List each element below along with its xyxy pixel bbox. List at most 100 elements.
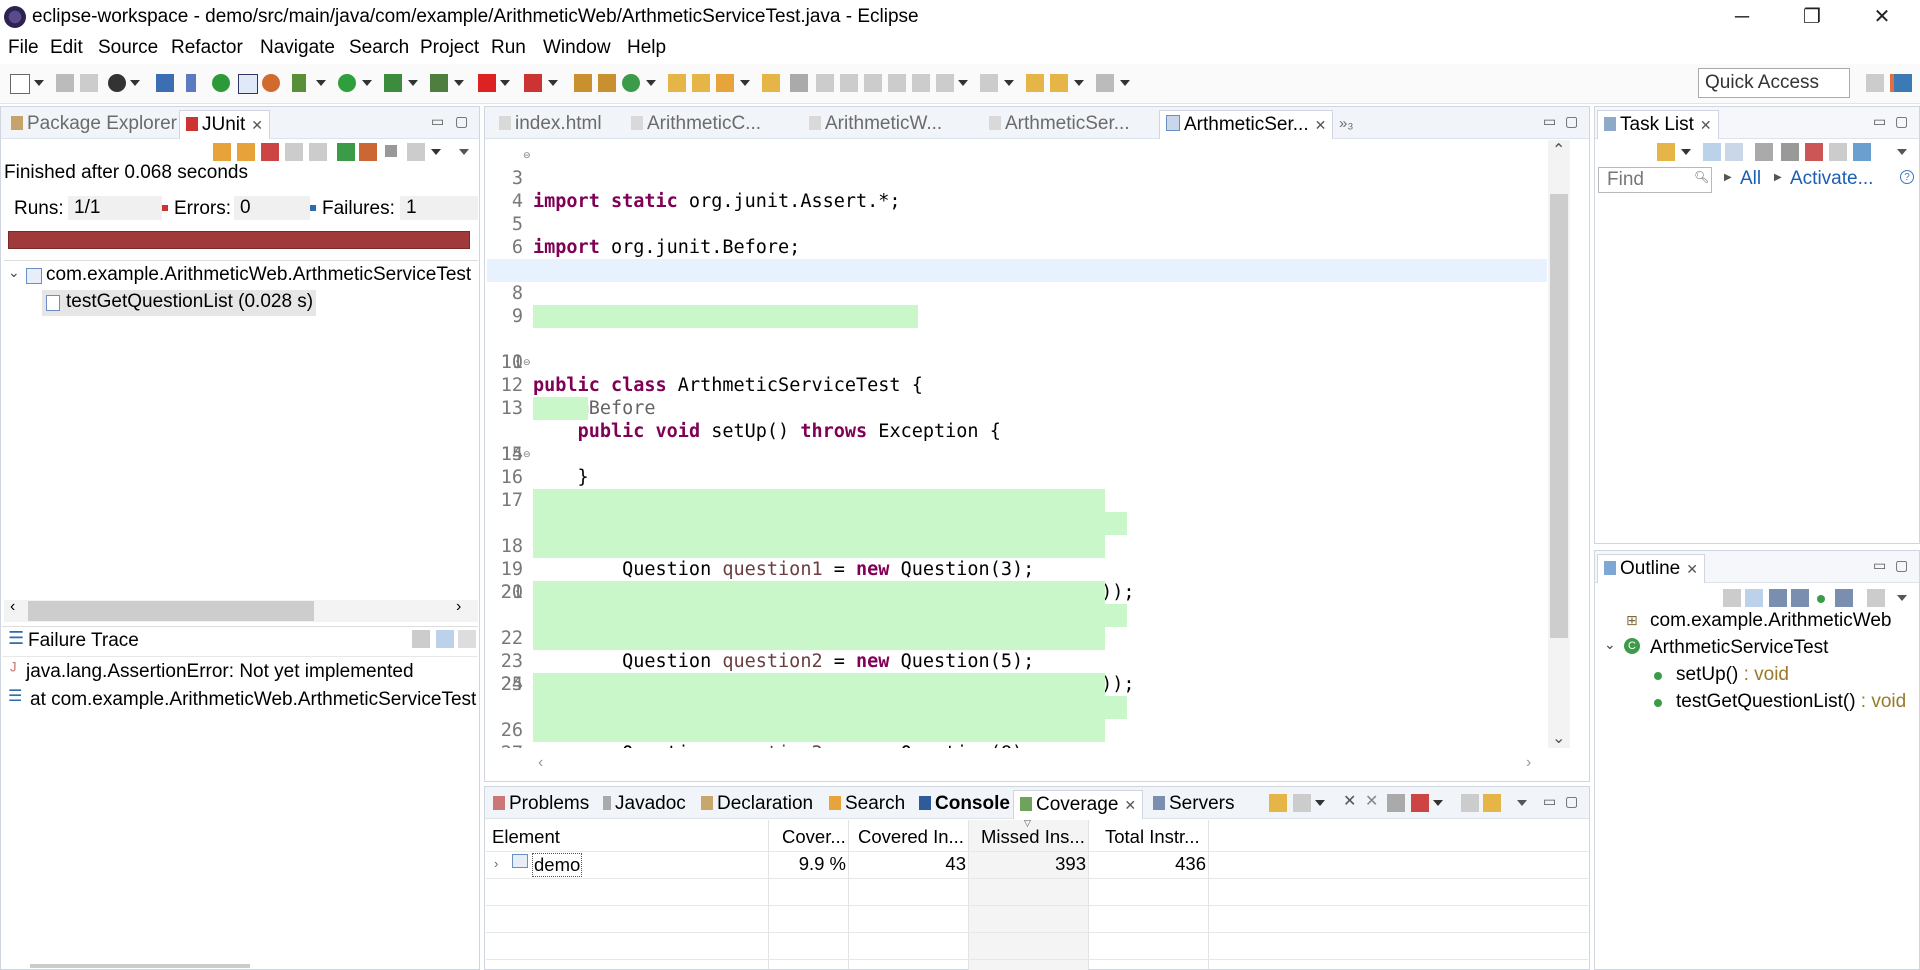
outline-package[interactable]: com.example.ArithmeticWeb bbox=[1650, 610, 1891, 632]
tab-arthmeticser-1[interactable]: ArthmeticSer... bbox=[983, 110, 1136, 138]
maximize-icon[interactable]: ▢ bbox=[1895, 557, 1908, 574]
scroll-lock-icon[interactable] bbox=[285, 143, 303, 161]
scheduled-icon[interactable] bbox=[1725, 143, 1743, 161]
maximize-icon[interactable]: ▢ bbox=[1565, 793, 1578, 810]
pin-editor-icon[interactable] bbox=[980, 74, 998, 92]
forward-icon[interactable] bbox=[1096, 74, 1114, 92]
column-missed[interactable]: Missed Ins... bbox=[981, 826, 1085, 848]
close-button[interactable]: ✕ bbox=[1852, 2, 1912, 32]
stop-dropdown-icon[interactable] bbox=[500, 80, 510, 86]
stop-run-icon[interactable] bbox=[385, 145, 397, 157]
back-icon[interactable] bbox=[1026, 74, 1044, 92]
toggle-mark-icon[interactable] bbox=[238, 74, 258, 94]
scroll-left-icon[interactable]: ‹ bbox=[538, 754, 543, 772]
close-icon[interactable]: ✕ bbox=[1124, 797, 1136, 813]
maximize-icon[interactable]: ▢ bbox=[455, 113, 468, 130]
sort-icon[interactable] bbox=[1745, 589, 1763, 607]
view-menu-icon[interactable] bbox=[459, 149, 469, 155]
minimize-icon[interactable]: ▭ bbox=[1873, 113, 1886, 130]
debug-config-dropdown-icon[interactable] bbox=[130, 80, 140, 86]
last-edit-dropdown-icon[interactable] bbox=[958, 80, 968, 86]
back-history-icon[interactable] bbox=[1050, 74, 1068, 92]
show-whitespace-icon[interactable] bbox=[912, 74, 930, 92]
open-folder-icon[interactable] bbox=[762, 74, 780, 92]
debug-icon[interactable] bbox=[292, 74, 306, 92]
history-icon[interactable] bbox=[407, 143, 425, 161]
tab-declaration[interactable]: Declaration bbox=[695, 790, 819, 818]
test-case-name[interactable]: testGetQuestionList (0.028 s) bbox=[66, 291, 313, 313]
collapse-all-icon[interactable] bbox=[1829, 143, 1847, 161]
mark-occurrences-icon[interactable] bbox=[816, 74, 834, 92]
maximize-icon[interactable]: ▢ bbox=[1565, 113, 1578, 130]
focus-icon[interactable] bbox=[1755, 143, 1773, 161]
prev-annotation-icon[interactable] bbox=[864, 74, 882, 92]
outline-method-test[interactable]: testGetQuestionList() : void bbox=[1676, 691, 1906, 713]
view-menu-icon[interactable] bbox=[1897, 595, 1907, 601]
maximize-icon[interactable]: ▢ bbox=[1895, 113, 1908, 130]
junit-tree-hscroll-thumb[interactable] bbox=[28, 601, 314, 621]
tab-outline[interactable]: Outline ✕ bbox=[1597, 554, 1705, 583]
link-editor-icon[interactable] bbox=[1867, 589, 1885, 607]
scroll-right-icon[interactable]: › bbox=[456, 598, 461, 616]
activate-link[interactable]: Activate... bbox=[1790, 168, 1873, 190]
back-dropdown-icon[interactable] bbox=[1074, 80, 1084, 86]
external-tools-dropdown-icon[interactable] bbox=[454, 80, 464, 86]
session-dropdown-icon[interactable] bbox=[1433, 800, 1443, 806]
sync-icon[interactable] bbox=[212, 74, 230, 92]
chevron-down-icon[interactable]: ⌄ bbox=[1604, 636, 1616, 653]
test-suite-name[interactable]: com.example.ArithmeticWeb.ArthmeticServi… bbox=[46, 264, 478, 286]
menu-refactor[interactable]: Refactor bbox=[171, 37, 243, 59]
minimize-icon[interactable]: ▭ bbox=[431, 113, 444, 130]
rerun-test-icon[interactable] bbox=[337, 143, 355, 161]
minimize-button[interactable]: ─ bbox=[1712, 2, 1772, 32]
fold-icon[interactable]: ⊖ bbox=[523, 449, 531, 460]
new-class-icon[interactable] bbox=[622, 74, 640, 92]
stop-icon[interactable] bbox=[478, 74, 496, 92]
close-icon[interactable]: ✕ bbox=[1686, 561, 1698, 577]
scroll-down-icon[interactable]: ⌄ bbox=[1552, 728, 1565, 748]
browser-icon[interactable] bbox=[262, 74, 280, 92]
tab-arthmeticser-active[interactable]: ArthmeticSer... ✕ bbox=[1159, 110, 1334, 139]
filter-trace-icon[interactable] bbox=[412, 630, 430, 648]
hide-local-types-icon[interactable] bbox=[1835, 589, 1853, 607]
tab-javadoc[interactable]: Javadoc bbox=[597, 790, 692, 818]
skip-breakpoints-icon[interactable] bbox=[186, 74, 196, 92]
menu-search[interactable]: Search bbox=[349, 37, 409, 59]
trace-line-2[interactable]: at com.example.ArithmeticWeb.ArthmeticSe… bbox=[30, 689, 478, 711]
dump-execution-icon[interactable] bbox=[1293, 794, 1311, 812]
menu-run[interactable]: Run bbox=[491, 37, 526, 59]
minimize-icon[interactable]: ▭ bbox=[1543, 113, 1556, 130]
server-icon[interactable] bbox=[524, 74, 542, 92]
fold-icon[interactable]: ⊖ bbox=[523, 150, 531, 161]
minimize-icon[interactable]: ▭ bbox=[1873, 557, 1886, 574]
chevron-down-icon[interactable]: ⌄ bbox=[8, 264, 20, 281]
close-icon[interactable]: ✕ bbox=[1315, 117, 1327, 133]
new-icon[interactable] bbox=[10, 74, 30, 94]
next-failure-icon[interactable] bbox=[213, 143, 231, 161]
tab-overflow[interactable]: »₃ bbox=[1333, 110, 1359, 138]
search-tool-icon[interactable] bbox=[716, 74, 734, 92]
tab-index-html[interactable]: index.html bbox=[493, 110, 608, 138]
hide-completed-icon[interactable] bbox=[1781, 143, 1799, 161]
merge-sessions-icon[interactable] bbox=[1387, 794, 1405, 812]
hide-nonpublic-icon[interactable] bbox=[1817, 595, 1825, 603]
open-type-icon[interactable] bbox=[668, 74, 686, 92]
tab-servers[interactable]: Servers bbox=[1147, 790, 1240, 818]
relaunch-icon[interactable] bbox=[1269, 794, 1287, 812]
dump-dropdown-icon[interactable] bbox=[1315, 800, 1325, 806]
scroll-left-icon[interactable]: ‹ bbox=[10, 598, 15, 616]
hide-static-icon[interactable] bbox=[1791, 589, 1809, 607]
server-dropdown-icon[interactable] bbox=[548, 80, 558, 86]
scroll-right-icon[interactable]: › bbox=[1526, 754, 1531, 772]
menu-source[interactable]: Source bbox=[98, 37, 158, 59]
tab-arithmeticw[interactable]: ArithmeticW... bbox=[803, 110, 948, 138]
help-icon[interactable]: ? bbox=[1900, 170, 1914, 184]
view-menu-icon[interactable] bbox=[1517, 800, 1527, 806]
menu-help[interactable]: Help bbox=[627, 37, 666, 59]
new-task-icon[interactable] bbox=[1657, 143, 1675, 161]
menu-project[interactable]: Project bbox=[420, 37, 479, 59]
rerun-failed-icon[interactable] bbox=[359, 143, 377, 161]
menu-window[interactable]: Window bbox=[543, 37, 611, 59]
layout-icon[interactable] bbox=[309, 143, 327, 161]
show-failures-only-icon[interactable] bbox=[261, 143, 279, 161]
